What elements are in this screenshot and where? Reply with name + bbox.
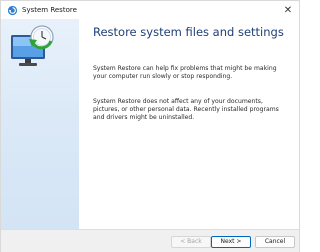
restore-monitor-icon: [11, 25, 54, 66]
system-restore-window: System Restore ✕ Restore system files an…: [0, 0, 300, 252]
back-button[interactable]: < Back: [171, 236, 211, 248]
close-icon: ✕: [283, 4, 293, 16]
page-title: Restore system files and settings: [93, 25, 284, 39]
button-bar: < Back Next > Cancel: [1, 229, 299, 252]
title-bar[interactable]: System Restore ✕: [1, 1, 299, 19]
cancel-button[interactable]: Cancel: [255, 236, 295, 248]
description-paragraph-1: System Restore can help fix problems tha…: [93, 65, 277, 81]
window-title: System Restore: [22, 6, 77, 14]
side-panel: [1, 19, 79, 229]
system-restore-icon: [7, 5, 18, 15]
description-paragraph-2: System Restore does not affect any of yo…: [93, 98, 279, 122]
content-area: Restore system files and settings System…: [93, 19, 291, 121]
close-button[interactable]: ✕: [281, 3, 295, 17]
next-button[interactable]: Next >: [211, 236, 251, 248]
